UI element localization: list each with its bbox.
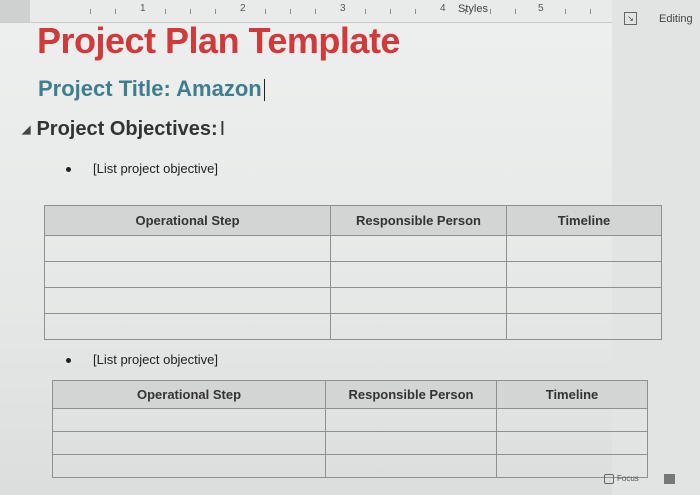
ibeam-cursor-icon: I bbox=[219, 118, 226, 140]
ruler-number: 1 bbox=[140, 3, 146, 14]
table-cell[interactable] bbox=[506, 261, 662, 288]
styles-label[interactable]: Styles bbox=[458, 3, 488, 15]
table-cell[interactable] bbox=[44, 287, 331, 314]
table-header-row: Operational Step Responsible Person Time… bbox=[52, 380, 648, 409]
bullet-icon bbox=[66, 358, 71, 364]
objective-table-2[interactable]: Operational Step Responsible Person Time… bbox=[52, 380, 648, 478]
ruler-number: 4 bbox=[440, 3, 446, 14]
objective-bullet-2[interactable]: [List project objective] bbox=[66, 352, 218, 367]
table-cell[interactable] bbox=[506, 287, 662, 314]
focus-icon bbox=[604, 474, 614, 484]
collapse-heading-icon[interactable]: ◢ bbox=[22, 123, 30, 136]
table-cell[interactable] bbox=[330, 235, 507, 262]
bullet-icon bbox=[66, 167, 71, 173]
text-cursor bbox=[263, 79, 265, 102]
focus-mode-button[interactable]: Focus bbox=[604, 474, 639, 484]
ruler-number: 3 bbox=[340, 3, 346, 14]
objectives-heading-text: Project Objectives: bbox=[36, 118, 218, 140]
table-cell[interactable] bbox=[496, 431, 648, 455]
objective-text: [List project objective] bbox=[93, 352, 219, 367]
header-timeline[interactable]: Timeline bbox=[496, 380, 648, 409]
header-timeline[interactable]: Timeline bbox=[506, 205, 662, 236]
project-title-line[interactable]: Project Title: Amazon bbox=[38, 76, 265, 102]
table-row bbox=[52, 408, 648, 432]
table-row bbox=[52, 454, 648, 478]
table-cell[interactable] bbox=[325, 408, 497, 432]
table-cell[interactable] bbox=[44, 261, 331, 288]
ruler-number: 2 bbox=[240, 3, 246, 14]
table-cell[interactable] bbox=[496, 408, 648, 432]
objective-table-1[interactable]: Operational Step Responsible Person Time… bbox=[44, 205, 662, 340]
table-cell[interactable] bbox=[52, 431, 326, 455]
table-cell[interactable] bbox=[330, 287, 507, 314]
table-row bbox=[44, 313, 662, 340]
table-row bbox=[44, 261, 662, 288]
table-header-row: Operational Step Responsible Person Time… bbox=[44, 205, 662, 236]
header-responsible-person[interactable]: Responsible Person bbox=[330, 205, 507, 236]
table-cell[interactable] bbox=[506, 313, 662, 340]
table-cell[interactable] bbox=[44, 313, 331, 340]
focus-label: Focus bbox=[617, 474, 639, 484]
ruler-number: 5 bbox=[538, 3, 544, 14]
header-responsible-person[interactable]: Responsible Person bbox=[325, 380, 497, 409]
table-cell[interactable] bbox=[52, 454, 326, 478]
project-title-text: Project Title: Amazon bbox=[38, 76, 262, 101]
dialog-launcher-icon[interactable]: ↘ bbox=[624, 12, 637, 25]
ruler-margin-left bbox=[0, 0, 30, 22]
objectives-heading[interactable]: ◢ Project Objectives: I bbox=[22, 118, 225, 141]
table-row bbox=[44, 235, 662, 262]
objective-bullet-1[interactable]: [List project objective] bbox=[66, 161, 218, 176]
print-layout-icon[interactable] bbox=[664, 474, 675, 484]
header-operational-step[interactable]: Operational Step bbox=[44, 205, 331, 236]
table-cell[interactable] bbox=[506, 235, 662, 262]
table-row bbox=[44, 287, 662, 314]
table-cell[interactable] bbox=[325, 454, 497, 478]
table-cell[interactable] bbox=[44, 235, 331, 262]
table-row bbox=[52, 431, 648, 455]
editing-button[interactable]: Editing bbox=[659, 13, 693, 25]
table-cell[interactable] bbox=[330, 313, 507, 340]
objective-text: [List project objective] bbox=[93, 161, 219, 176]
table-cell[interactable] bbox=[52, 408, 326, 432]
header-operational-step[interactable]: Operational Step bbox=[52, 380, 326, 409]
document-title[interactable]: Project Plan Template bbox=[37, 20, 400, 62]
table-cell[interactable] bbox=[325, 431, 497, 455]
table-cell[interactable] bbox=[330, 261, 507, 288]
document-canvas: 1 2 3 4 5 6 Styles ↘ Editing Project Pla… bbox=[0, 0, 700, 495]
